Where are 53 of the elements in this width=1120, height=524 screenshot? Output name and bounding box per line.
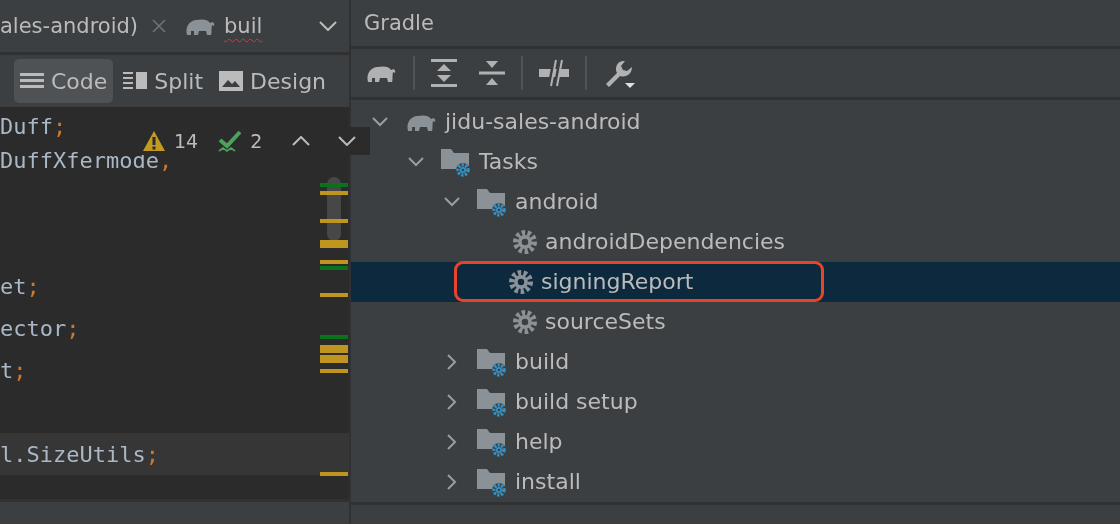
chevron-right-icon[interactable] <box>447 433 457 450</box>
code-text: l.SizeUtils; <box>0 441 159 467</box>
gear-icon <box>513 309 537 334</box>
warning-icon <box>142 130 166 152</box>
tree-item[interactable]: sourceSets <box>545 309 666 335</box>
chevron-right-icon[interactable] <box>447 353 457 370</box>
view-mode-tab[interactable]: Code <box>14 59 114 103</box>
folder-gear-icon <box>477 346 507 377</box>
split-view-icon <box>123 71 148 91</box>
tree-item[interactable]: android <box>515 189 599 215</box>
lines-icon <box>20 71 44 91</box>
chevron-down-icon[interactable] <box>444 196 460 207</box>
tree-item[interactable]: Tasks <box>479 149 538 175</box>
panel-title: Gradle <box>364 10 434 35</box>
folder-gear-icon <box>477 466 507 497</box>
tree-item[interactable]: build setup <box>515 389 638 415</box>
code-text: et; <box>0 273 40 299</box>
close-icon[interactable] <box>152 19 167 33</box>
image-icon <box>219 71 244 91</box>
tree-item[interactable]: help <box>515 429 563 455</box>
code-text: t; <box>0 357 27 383</box>
chevron-right-icon[interactable] <box>447 473 457 490</box>
expand-all-icon[interactable] <box>431 58 457 87</box>
chevron-up-icon[interactable] <box>292 136 311 146</box>
tree-item[interactable]: signingReport <box>541 269 694 295</box>
collapse-all-icon[interactable] <box>479 58 505 87</box>
view-mode-tab[interactable]: Design <box>213 59 333 103</box>
code-text: Duff; <box>0 114 67 139</box>
code-text: ector; <box>0 315 80 341</box>
folder-gear-icon <box>477 426 507 457</box>
tree-item[interactable]: jidu-sales-android <box>445 109 641 135</box>
tab-title[interactable]: buil <box>224 14 263 38</box>
code-text: DuffXfermode, <box>0 147 173 173</box>
checkmark-icon <box>218 129 243 153</box>
unlink-icon[interactable] <box>539 58 569 87</box>
chevron-down-icon[interactable] <box>372 116 388 127</box>
tab-title[interactable]: ales-android) <box>0 14 139 38</box>
view-mode-tab[interactable]: Split <box>117 59 210 103</box>
chevron-right-icon[interactable] <box>447 393 457 410</box>
selected-row[interactable]: signingReport <box>351 261 1120 302</box>
tree-item[interactable]: install <box>515 469 581 495</box>
folder-gear-icon <box>477 386 507 417</box>
tree-item[interactable]: androidDependencies <box>545 229 786 255</box>
gear-icon <box>509 269 533 294</box>
chevron-down-icon[interactable] <box>408 156 424 167</box>
tree-item[interactable]: build <box>515 349 570 375</box>
folder-gear-icon <box>477 186 507 217</box>
warning-count: 14 <box>174 130 199 152</box>
chevron-down-icon[interactable] <box>338 136 357 146</box>
folder-gear-icon <box>441 146 471 177</box>
weak-warning-count: 2 <box>250 130 263 152</box>
gear-icon <box>513 229 537 254</box>
chevron-down-icon[interactable] <box>319 21 337 31</box>
